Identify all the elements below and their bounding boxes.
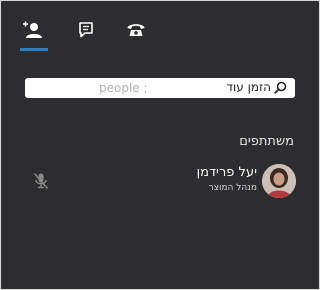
participant-role: מנהל המוצר	[208, 183, 257, 193]
active-tab-indicator	[20, 48, 48, 51]
tab-participants[interactable]	[16, 11, 52, 51]
participant-row[interactable]: יעל פרידמן מנהל המוצר	[1, 161, 319, 201]
participant-name: יעל פרידמן	[196, 165, 257, 180]
phone-icon	[127, 24, 145, 36]
search-ghost-text: people ;	[99, 81, 148, 95]
chat-icon	[79, 22, 93, 38]
avatar	[262, 164, 296, 198]
participants-section-title: משתתפים	[239, 134, 294, 149]
search-box: people ; הזמן עוד	[25, 78, 295, 98]
person-add-icon	[23, 21, 42, 38]
tab-bar	[1, 1, 319, 57]
search-hint: הזמן עוד	[226, 80, 271, 94]
tab-call[interactable]	[118, 11, 154, 51]
search-icon	[274, 81, 287, 94]
microphone-muted-icon[interactable]	[33, 172, 49, 190]
tab-chat[interactable]	[68, 11, 104, 51]
participants-panel: people ; הזמן עוד משתתפים יעל פרידמן מנה…	[1, 1, 319, 289]
